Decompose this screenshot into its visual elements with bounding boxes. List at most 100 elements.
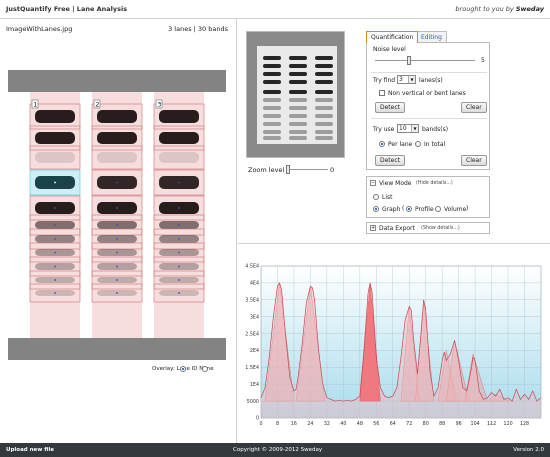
- band-marker: [54, 251, 56, 254]
- thumbnail-band: [315, 114, 333, 118]
- zoom-slider-handle[interactable]: [286, 165, 290, 174]
- band-marker: [178, 207, 180, 209]
- band-marker: [178, 292, 180, 294]
- bands-suffix: bands(s): [422, 126, 449, 133]
- app-window: JustQuantify Free | Lane Analysis brough…: [0, 0, 550, 457]
- x-tick-label: 40: [340, 421, 346, 427]
- band: [97, 132, 137, 144]
- lanes-select[interactable]: 3 ▼: [397, 75, 416, 84]
- y-tick-label: 1E4: [250, 382, 259, 388]
- view-volume-radio[interactable]: [435, 206, 441, 212]
- data-export-show-link[interactable]: (Show details...): [421, 226, 460, 231]
- thumbnail-band: [263, 122, 281, 126]
- bands-clear-button[interactable]: Clear: [461, 155, 487, 166]
- upload-new-file-link[interactable]: Upload new file: [6, 447, 54, 453]
- thumbnail-band: [315, 64, 333, 68]
- gel-image[interactable]: 1 2 3: [8, 70, 226, 360]
- y-tick-label: 3.5E4: [245, 297, 259, 303]
- band: [97, 152, 137, 163]
- band: [97, 110, 137, 123]
- band-marker: [178, 238, 180, 240]
- x-tick-label: 120: [503, 421, 512, 427]
- lane-id-label: 2: [95, 101, 99, 109]
- view-mode-collapse-icon[interactable]: −: [370, 180, 376, 186]
- file-name: ImageWithLanes.jpg: [6, 25, 73, 33]
- lane-id-label: 1: [33, 101, 37, 109]
- band-marker: [178, 279, 180, 281]
- band-marker: [54, 238, 56, 240]
- overlay-laneid-radio[interactable]: [179, 366, 186, 372]
- brand-prefix: brought to you by: [455, 5, 516, 13]
- band-marker: [116, 265, 118, 268]
- view-graph-label: Graph: [382, 206, 401, 213]
- noise-slider-track[interactable]: [375, 60, 475, 61]
- thumbnail-band: [289, 72, 307, 76]
- tab-quantification[interactable]: Quantification: [366, 31, 419, 43]
- view-profile-radio[interactable]: [406, 206, 412, 212]
- data-export-expand-icon[interactable]: +: [370, 225, 376, 231]
- view-profile-label: Profile: [415, 206, 434, 213]
- lanes-select-value: 3: [399, 76, 403, 83]
- zoom-value: 0: [330, 166, 335, 174]
- thumbnail-band: [289, 114, 307, 118]
- profile-chart[interactable]: 0 8 16 24 32 40 48 56 64 72 80 88 96 104 112 120 128 0 500…: [238, 244, 550, 444]
- thumbnail-band: [263, 136, 281, 140]
- app-header: JustQuantify Free | Lane Analysis brough…: [0, 0, 550, 19]
- thumbnail-bands: [247, 32, 344, 157]
- noise-level-label: Noise level: [373, 46, 406, 53]
- y-tick-label: 0: [256, 416, 259, 422]
- thumbnail-band: [315, 90, 333, 94]
- thumbnail-band: [289, 136, 307, 140]
- bands-detect-button[interactable]: Detect: [375, 155, 406, 166]
- view-mode-title: View Mode: [379, 180, 412, 187]
- brand-name: Sweday: [515, 5, 544, 13]
- x-tick-label: 24: [307, 421, 313, 427]
- thumbnail-preview[interactable]: [246, 31, 345, 158]
- x-tick-label: 88: [439, 421, 445, 427]
- copyright-text: Copyright © 2009-2012 Sweday: [233, 447, 323, 453]
- data-export-panel: + Data Export (Show details...): [366, 222, 490, 234]
- band-marker: [116, 238, 118, 240]
- try-find-label: Try find: [373, 77, 396, 84]
- thumbnail-band: [289, 80, 307, 84]
- thumbnail-band: [263, 80, 281, 84]
- band-marker: [54, 207, 56, 209]
- band-marker: [116, 292, 118, 294]
- x-tick-label: 56: [373, 421, 379, 427]
- thumbnail-band: [289, 98, 307, 102]
- bands-select-value: 10: [399, 125, 407, 132]
- thumbnail-band: [315, 136, 333, 140]
- quantification-panel: Noise level 5 Try find 3 ▼ lanes(s) Non v…: [366, 42, 490, 170]
- thumbnail-band: [289, 122, 307, 126]
- lanes-clear-button[interactable]: Clear: [461, 102, 487, 113]
- view-graph-radio[interactable]: [373, 206, 379, 212]
- thumbnail-band: [263, 98, 281, 102]
- thumbnail-band: [263, 106, 281, 110]
- x-tick-label: 32: [324, 421, 330, 427]
- in-total-radio[interactable]: [415, 141, 421, 147]
- lanes-dropdown-arrow-icon: ▼: [408, 76, 415, 83]
- thumbnail-band: [315, 72, 333, 76]
- view-list-radio[interactable]: [373, 194, 379, 200]
- non-vertical-checkbox[interactable]: [379, 90, 385, 96]
- app-title: JustQuantify Free | Lane Analysis: [6, 5, 128, 13]
- thumbnail-gel: [257, 46, 337, 144]
- zoom-slider-track[interactable]: [286, 169, 328, 170]
- lanes-detect-button[interactable]: Detect: [375, 102, 406, 113]
- band-marker: [54, 279, 56, 281]
- bands-dropdown-arrow-icon: ▼: [411, 125, 418, 132]
- band-marker: [54, 265, 56, 268]
- band-marker: [178, 265, 180, 268]
- y-tick-label: 2.5E4: [245, 331, 259, 337]
- y-tick-label: 5000: [247, 399, 259, 405]
- image-panel: ImageWithLanes.jpg 3 lanes | 30 bands 1 2…: [0, 19, 237, 443]
- x-tick-label: 16: [291, 421, 297, 427]
- view-mode-hide-link[interactable]: (Hide details...): [416, 181, 453, 186]
- band-marker: [178, 181, 180, 184]
- per-lane-radio[interactable]: [379, 141, 385, 147]
- gel-lanes-overlay[interactable]: 1 2 3: [8, 70, 226, 360]
- band-marker: [54, 224, 56, 226]
- noise-slider-handle[interactable]: [407, 56, 411, 65]
- thumbnail-band: [263, 72, 281, 76]
- bands-select[interactable]: 10 ▼: [397, 124, 419, 133]
